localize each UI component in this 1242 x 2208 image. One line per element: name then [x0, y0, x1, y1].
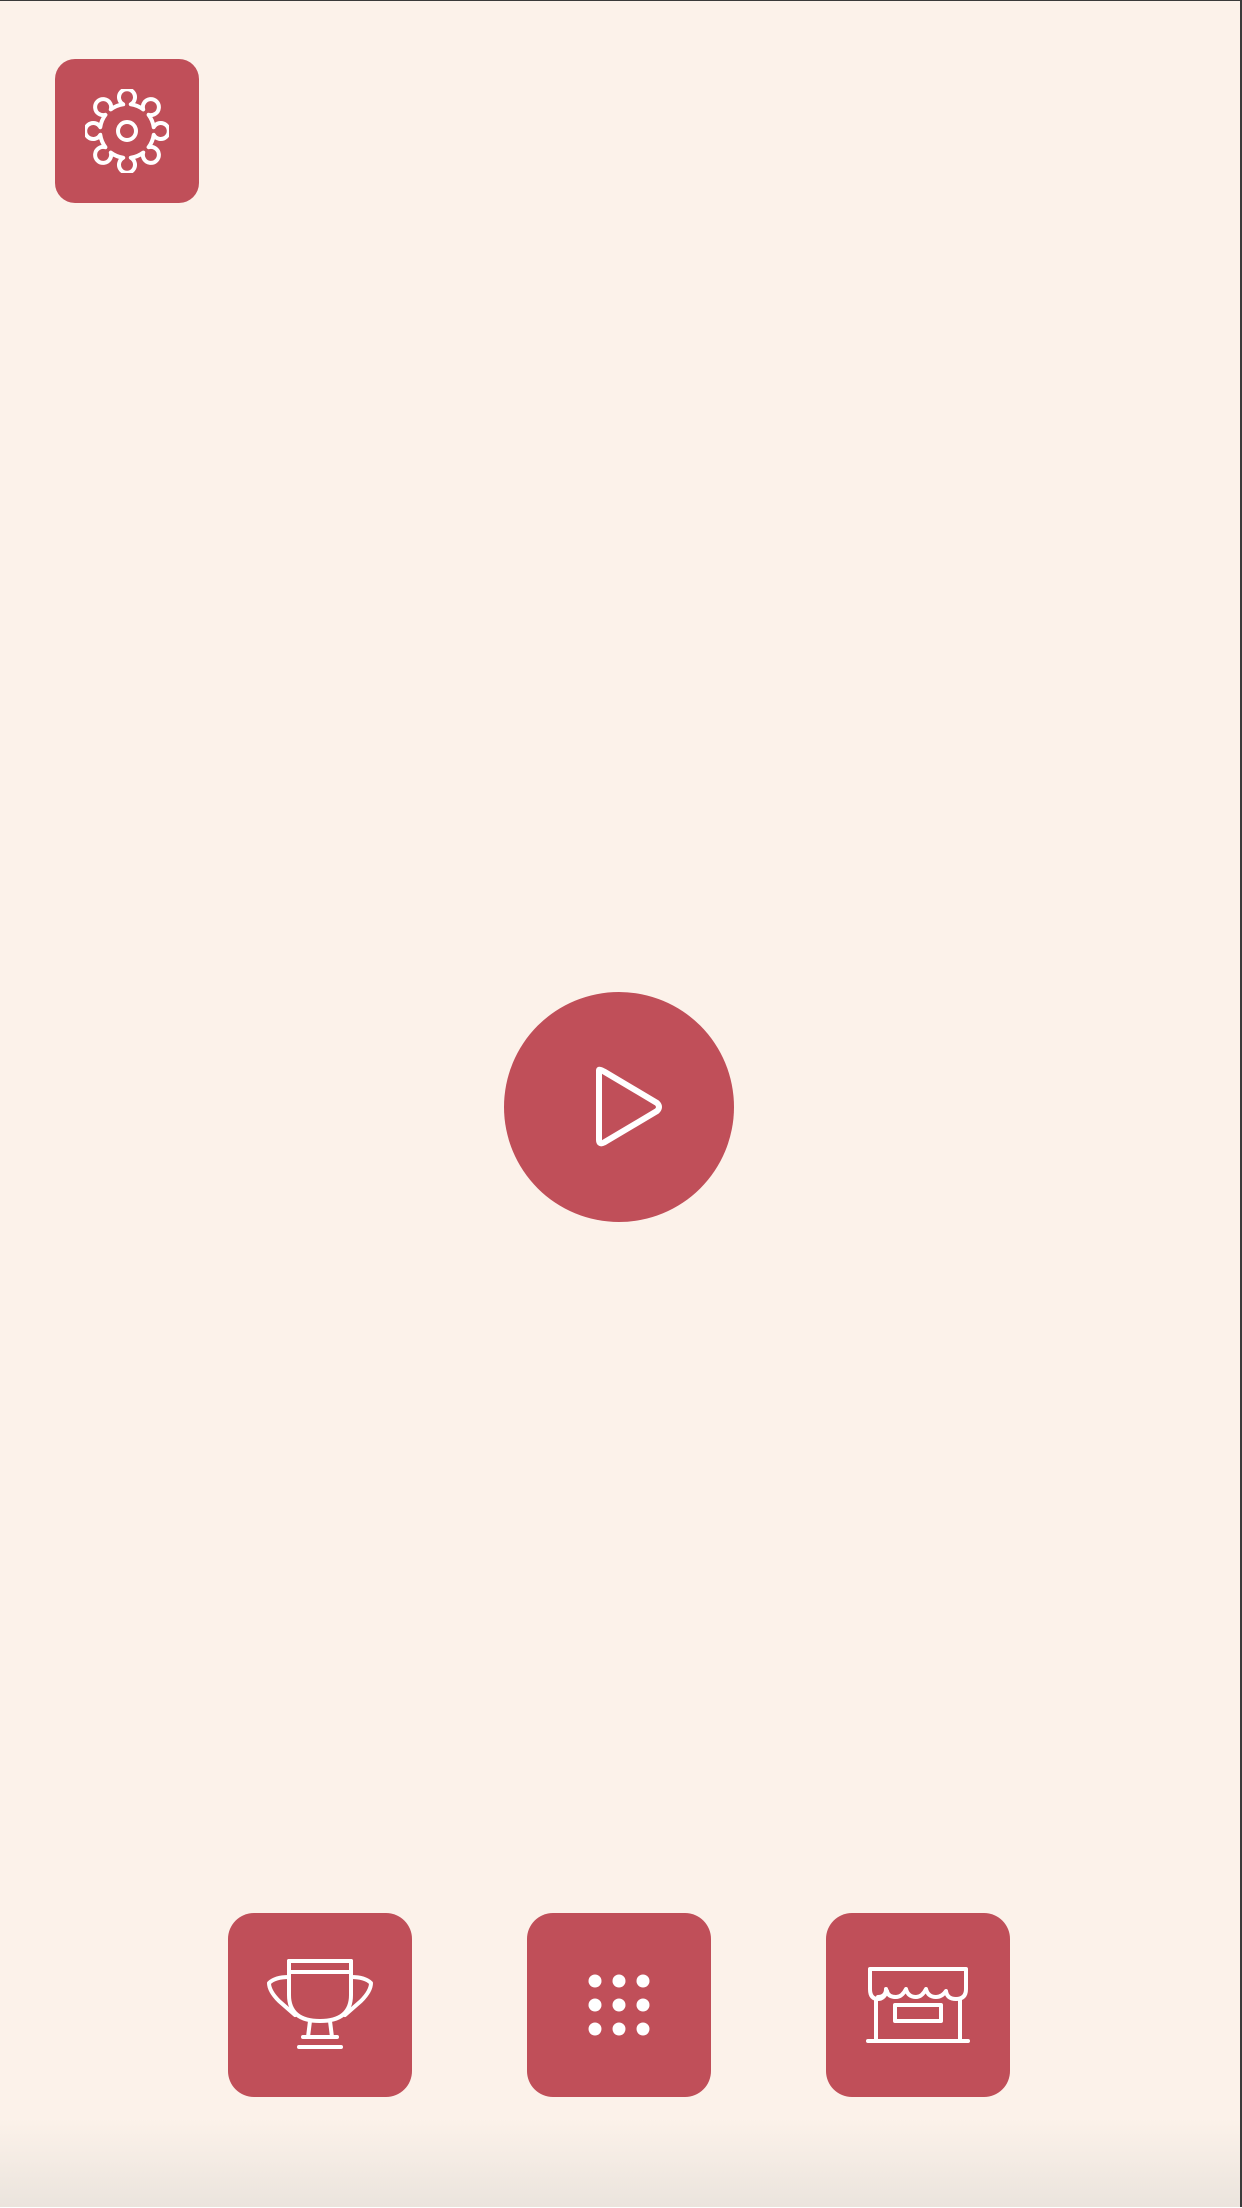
game-menu-screen	[0, 0, 1242, 2207]
gear-icon	[85, 89, 169, 173]
storefront-icon	[866, 1967, 970, 2043]
grid-dots-icon	[588, 1974, 650, 2036]
play-icon	[596, 1066, 662, 1147]
shop-button[interactable]	[826, 1913, 1010, 2097]
settings-button[interactable]	[55, 59, 199, 203]
leaderboard-button[interactable]	[228, 1913, 412, 2097]
play-button[interactable]	[504, 992, 734, 1222]
levels-button[interactable]	[527, 1913, 711, 2097]
trophy-icon	[267, 1959, 373, 2049]
bottom-shade	[0, 2117, 1240, 2207]
